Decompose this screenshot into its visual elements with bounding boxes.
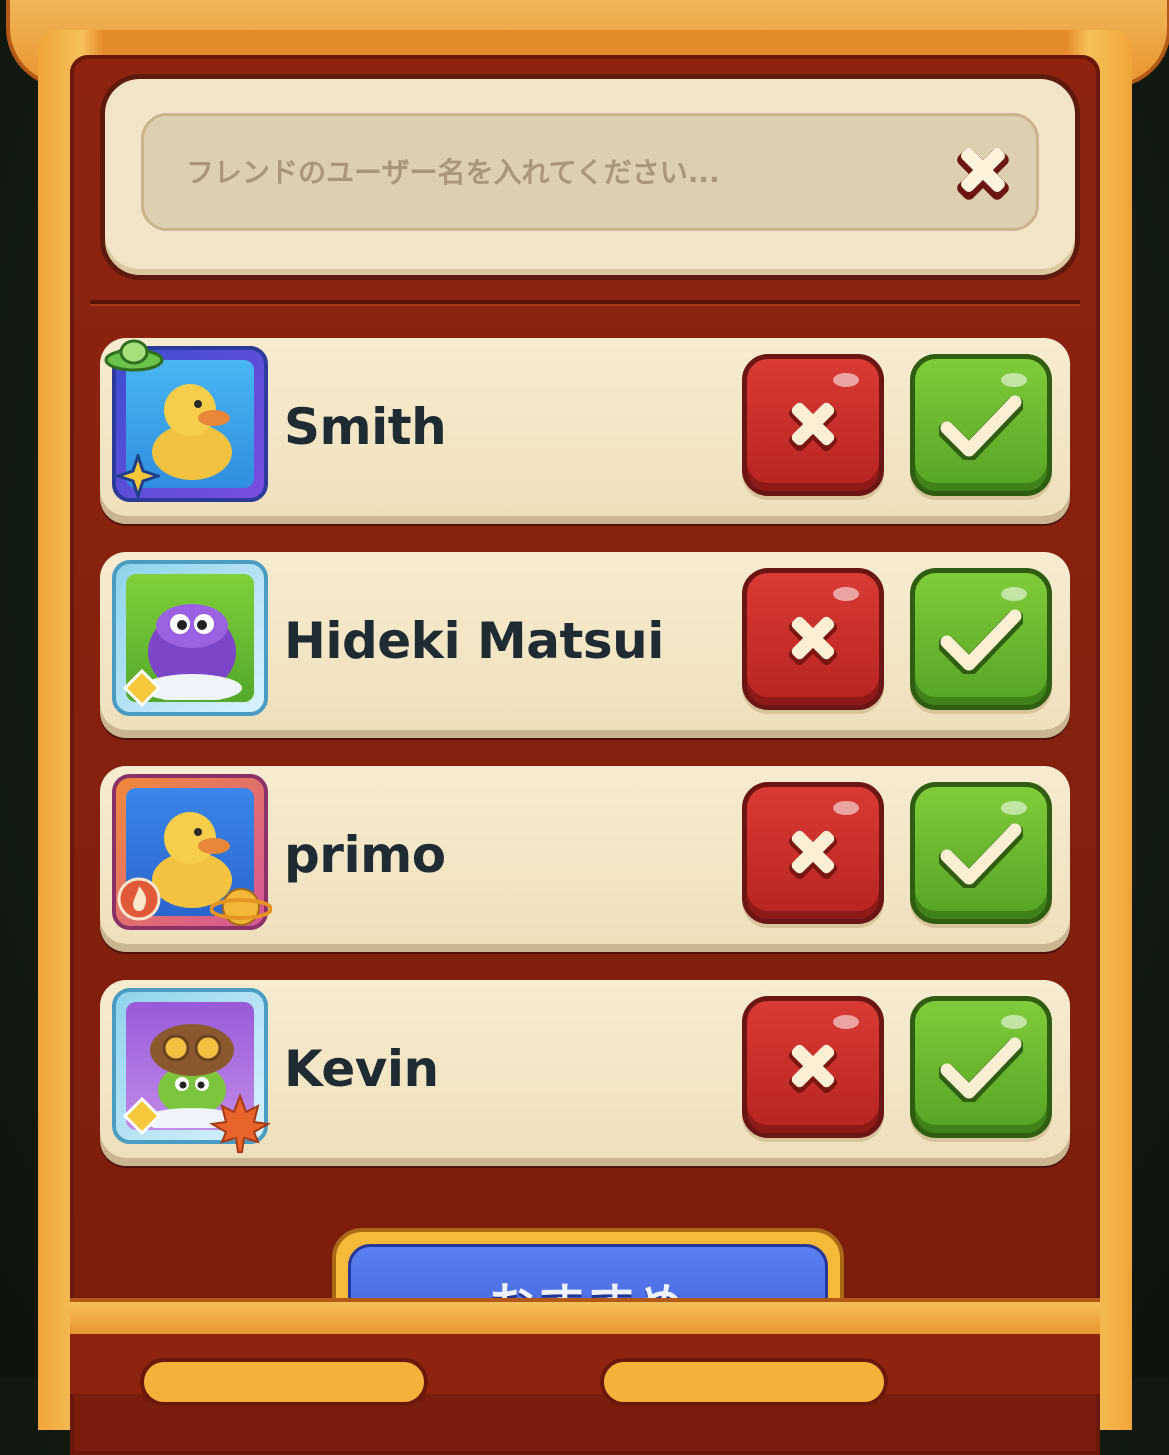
diamond-badge-icon [122, 1096, 162, 1136]
clear-search-button[interactable] [948, 136, 1018, 206]
button-shine [1001, 1015, 1027, 1029]
sparkle-badge-icon [116, 454, 160, 498]
decline-request-button[interactable] [742, 996, 884, 1138]
username-search-input[interactable] [184, 154, 928, 190]
diamond-badge-icon [122, 668, 162, 708]
bottom-tab-left[interactable] [140, 1358, 428, 1406]
bottom-tab-right[interactable] [600, 1358, 888, 1406]
bottom-frame-bar [70, 1298, 1100, 1338]
avatar [112, 988, 272, 1153]
decline-request-button[interactable] [742, 354, 884, 496]
x-icon [788, 616, 838, 666]
checkmark-icon [939, 395, 1023, 460]
checkmark-icon [939, 609, 1023, 674]
button-shine [1001, 373, 1027, 387]
friend-name: primo [284, 826, 446, 884]
accept-request-button[interactable] [910, 568, 1052, 710]
accept-request-button[interactable] [910, 996, 1052, 1138]
button-shine [833, 801, 859, 815]
search-box [100, 74, 1080, 280]
decline-request-button[interactable] [742, 568, 884, 710]
flame-badge-icon [117, 877, 161, 921]
button-shine [833, 1015, 859, 1029]
friend-name: Hideki Matsui [284, 612, 664, 670]
close-icon [957, 148, 1009, 200]
friend-request-row: Smith [100, 338, 1070, 516]
x-icon [788, 402, 838, 452]
x-icon [788, 830, 838, 880]
friend-request-row: primo [100, 766, 1070, 944]
friend-name: Kevin [284, 1040, 439, 1098]
button-shine [833, 373, 859, 387]
friend-request-row: Hideki Matsui [100, 552, 1070, 730]
x-icon [788, 1044, 838, 1094]
friend-request-row: Kevin [100, 980, 1070, 1158]
button-shine [833, 587, 859, 601]
avatar [104, 339, 268, 502]
accept-request-button[interactable] [910, 782, 1052, 924]
button-shine [1001, 801, 1027, 815]
planet-badge-icon [210, 888, 272, 926]
section-divider [90, 300, 1080, 306]
accept-request-button[interactable] [910, 354, 1052, 496]
maple-leaf-badge-icon [208, 1093, 272, 1153]
button-shine [1001, 587, 1027, 601]
friend-name: Smith [284, 398, 447, 456]
checkmark-icon [939, 823, 1023, 888]
ufo-badge-icon [104, 339, 164, 372]
search-field-container[interactable] [141, 113, 1039, 231]
checkmark-icon [939, 1037, 1023, 1102]
decline-request-button[interactable] [742, 782, 884, 924]
avatar [112, 774, 272, 930]
avatar [112, 560, 268, 716]
